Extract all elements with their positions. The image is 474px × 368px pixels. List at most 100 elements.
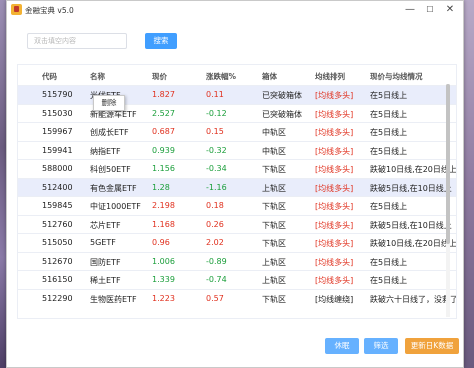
- cell-code: 515030: [42, 108, 73, 118]
- cell-name: 创成长ETF: [90, 128, 129, 137]
- header-code[interactable]: 代码: [42, 71, 57, 82]
- cell-price: 0.96: [152, 238, 170, 247]
- cell-code: 588000: [42, 164, 73, 173]
- header-price[interactable]: 现价: [152, 71, 167, 82]
- cell-ma-status: 在5日线上: [370, 202, 408, 211]
- cell-code: 159845: [42, 201, 73, 210]
- cell-price: 1.223: [152, 293, 175, 303]
- cell-box: 已突破箱体: [262, 109, 302, 119]
- cell-name: 科创50ETF: [90, 165, 131, 174]
- cell-ma-status: 跌破5日线,在10日线上: [370, 220, 452, 230]
- cell-box: 下轨区: [262, 220, 286, 230]
- cell-ma-status: 在5日线上: [370, 109, 408, 119]
- cell-name: 中证1000ETF: [90, 202, 141, 211]
- cell-price: 0.687: [152, 127, 175, 136]
- header-ma-status[interactable]: 现价与均线情况: [370, 71, 423, 82]
- table-row[interactable]: 515050 5GETF 0.96 2.02 下轨区 [均线多头] 跌破10日线,在20日线…: [18, 233, 456, 252]
- cell-ma-order: [均线多头]: [315, 91, 354, 100]
- cell-box: 中轨区: [262, 128, 286, 137]
- cell-box: 下轨区: [262, 165, 286, 174]
- cell-change: -0.74: [206, 275, 227, 284]
- cell-change: 2.02: [206, 238, 224, 247]
- cell-ma-order: [均线多头]: [315, 146, 354, 156]
- cell-box: 上轨区: [262, 276, 286, 285]
- cell-change: -0.89: [206, 256, 227, 266]
- cell-change: 0.18: [206, 201, 224, 210]
- table-header: 代码 名称 现价 涨跌幅% 箱体 均线排列 现价与均线情况: [18, 65, 456, 85]
- app-window: 金融宝典 v5.0 — ☐ ✕ 搜索 代码 名称 现价 涨跌幅% 箱体 均线排列…: [6, 0, 464, 368]
- cell-price: 1.168: [152, 219, 175, 229]
- scrollbar-thumb[interactable]: [446, 84, 450, 244]
- table-row[interactable]: 588000 科创50ETF 1.156 -0.34 下轨区 [均线多头] 跌破10日线,在…: [18, 159, 456, 178]
- cell-price: 1.156: [152, 164, 175, 173]
- table-row[interactable]: 516150 稀土ETF 1.339 -0.74 上轨区 [均线多头] 在5日线上: [18, 270, 456, 289]
- app-logo-icon: [11, 4, 22, 15]
- cell-code: 159941: [42, 145, 73, 155]
- cell-ma-order: [均线缠绕]: [315, 294, 354, 304]
- close-icon[interactable]: ✕: [439, 2, 461, 17]
- table-row[interactable]: 515030 新能源车ETF 2.527 -0.12 已突破箱体 [均线多头] 在5日线上: [18, 103, 456, 123]
- cell-ma-status: 在5日线上: [370, 128, 408, 137]
- rest-button[interactable]: 休眠: [325, 338, 359, 354]
- context-menu-delete[interactable]: 删除: [94, 96, 124, 110]
- cell-box: 下轨区: [262, 202, 286, 211]
- filter-button[interactable]: 筛选: [364, 338, 398, 354]
- update-daily-k-button[interactable]: 更新日K数据: [405, 338, 459, 354]
- cell-price: 1.006: [152, 256, 175, 266]
- cell-name: 国防ETF: [90, 257, 121, 267]
- cell-ma-status: 跌破六十日线了，没救了: [370, 294, 457, 304]
- cell-ma-order: [均线多头]: [315, 109, 354, 119]
- search-button[interactable]: 搜索: [145, 33, 177, 49]
- minimize-icon[interactable]: —: [399, 2, 421, 17]
- cell-price: 2.527: [152, 108, 175, 118]
- cell-name: 有色金属ETF: [90, 183, 137, 193]
- header-name[interactable]: 名称: [90, 71, 105, 82]
- cell-change: 0.26: [206, 219, 224, 229]
- cell-change: -1.16: [206, 182, 227, 192]
- cell-name: 稀土ETF: [90, 276, 121, 285]
- window-title: 金融宝典 v5.0: [25, 6, 74, 15]
- table-row[interactable]: 159941 纳指ETF 0.939 -0.32 中轨区 [均线多头] 在5日线上: [18, 140, 456, 160]
- cell-ma-order: [均线多头]: [315, 257, 354, 267]
- cell-box: 上轨区: [262, 183, 286, 193]
- cell-code: 515050: [42, 238, 73, 247]
- context-menu: 删除: [93, 95, 125, 111]
- cell-code: 512400: [42, 182, 73, 192]
- search-input[interactable]: [27, 33, 127, 49]
- title-bar: 金融宝典 v5.0 — ☐ ✕: [7, 1, 463, 18]
- cell-change: 0.15: [206, 127, 224, 136]
- header-box[interactable]: 箱体: [262, 71, 277, 82]
- table-row[interactable]: 512290 生物医药ETF 1.223 0.57 下轨区 [均线缠绕] 跌破六十日线了，没…: [18, 288, 457, 308]
- table-row[interactable]: 159845 中证1000ETF 2.198 0.18 下轨区 [均线多头] 在5日线上: [18, 196, 456, 215]
- cell-price: 1.28: [152, 182, 170, 192]
- header-change[interactable]: 涨跌幅%: [206, 71, 236, 82]
- table-row[interactable]: 512760 芯片ETF 1.168 0.26 下轨区 [均线多头] 跌破5日线,在10日线…: [18, 214, 456, 234]
- cell-code: 512290: [42, 293, 73, 303]
- cell-change: -0.12: [206, 108, 227, 118]
- cell-box: 下轨区: [262, 294, 286, 304]
- cell-ma-status: 在5日线上: [370, 257, 408, 267]
- table-scrollbar[interactable]: [446, 84, 450, 317]
- cell-ma-order: [均线多头]: [315, 165, 354, 174]
- table-row[interactable]: 512400 有色金属ETF 1.28 -1.16 上轨区 [均线多头] 跌破5日线,在10…: [18, 177, 456, 196]
- maximize-icon[interactable]: ☐: [419, 2, 441, 17]
- cell-box: 中轨区: [262, 146, 286, 156]
- cell-name: 纳指ETF: [90, 146, 121, 156]
- cell-code: 515790: [42, 90, 73, 99]
- cell-box: 下轨区: [262, 239, 286, 248]
- cell-change: -0.32: [206, 145, 227, 155]
- cell-ma-order: [均线多头]: [315, 239, 354, 248]
- cell-ma-status: 跌破10日线,在20日线上: [370, 239, 457, 248]
- cell-name: 5GETF: [90, 238, 116, 247]
- cell-price: 0.939: [152, 145, 175, 155]
- cell-code: 159967: [42, 127, 73, 136]
- cell-ma-order: [均线多头]: [315, 128, 354, 137]
- cell-ma-status: 跌破5日线,在10日线上: [370, 183, 452, 193]
- table-row[interactable]: 515790光伏ETF1.8270.11已突破箱体[均线多头]在5日线上: [18, 85, 456, 104]
- header-ma-order[interactable]: 均线排列: [315, 71, 345, 82]
- cell-ma-status: 在5日线上: [370, 91, 408, 100]
- cell-name: 芯片ETF: [90, 220, 121, 230]
- table-row[interactable]: 159967 创成长ETF 0.687 0.15 中轨区 [均线多头] 在5日线上: [18, 122, 456, 141]
- cell-ma-order: [均线多头]: [315, 220, 354, 230]
- table-row[interactable]: 512670 国防ETF 1.006 -0.89 上轨区 [均线多头] 在5日线上: [18, 251, 456, 271]
